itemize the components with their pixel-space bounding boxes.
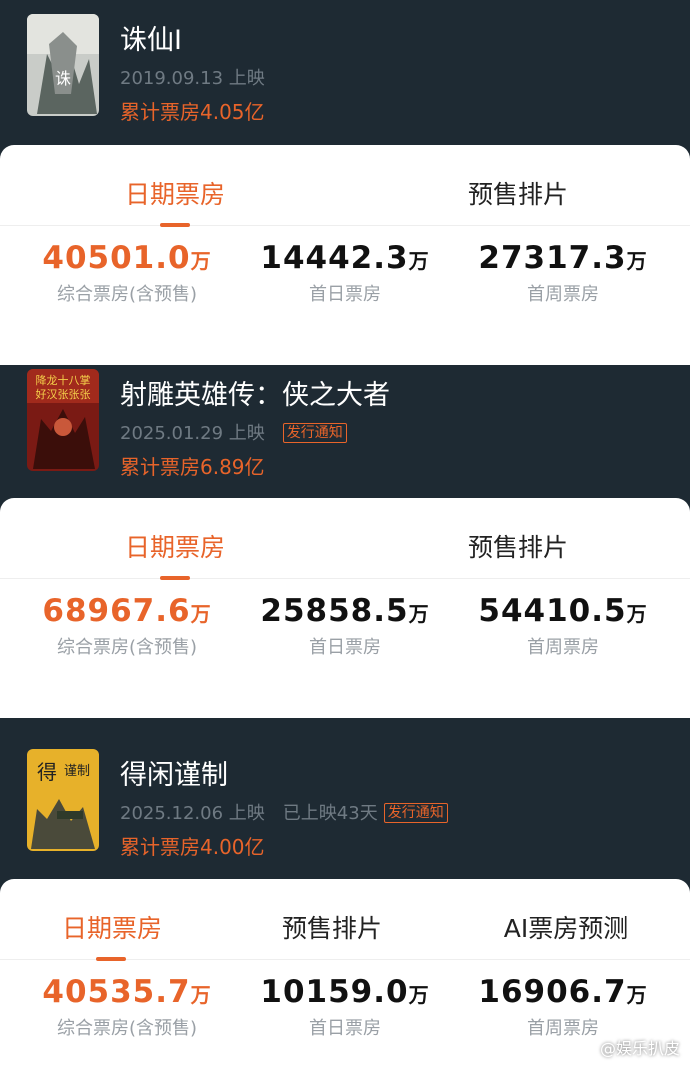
stat-unit: 万 [408, 602, 430, 626]
box-office-card: 日期票房 预售排片 AI票房预测 40535.7万 综合票房(含预售) 1015… [0, 879, 690, 1067]
stat-total: 40535.7万 综合票房(含预售) [27, 974, 227, 1040]
tab-bar: 日期票房 预售排片 [0, 145, 690, 227]
tab-daily-box-office[interactable]: 日期票房 [75, 498, 275, 578]
stat-value: 40535.7 [42, 974, 191, 1010]
movie-poster[interactable]: 降龙十八掌 好汉张张张 [27, 369, 99, 471]
stats-row: 40535.7万 综合票房(含预售) 10159.0万 首日票房 16906.7… [0, 974, 690, 1067]
tab-daily-box-office[interactable]: 日期票房 [75, 145, 275, 225]
stat-total: 68967.6万 综合票房(含预售) [27, 593, 227, 659]
stat-first-day: 25858.5万 首日票房 [245, 593, 445, 659]
stat-value: 16906.7 [478, 974, 627, 1010]
days-in-release: 已上映43天 [282, 803, 378, 824]
stats-row: 68967.6万 综合票房(含预售) 25858.5万 首日票房 54410.5… [0, 593, 690, 708]
svg-text:谨制: 谨制 [64, 764, 90, 779]
stat-first-day: 14442.3万 首日票房 [245, 240, 445, 306]
distribution-notice-tag[interactable]: 发行通知 [282, 423, 347, 443]
stat-first-day: 10159.0万 首日票房 [245, 974, 445, 1040]
active-tab-indicator [160, 223, 190, 227]
total-box-office: 累计票房4.00亿 [120, 835, 265, 859]
stat-value: 27317.3 [478, 240, 627, 276]
svg-text:诛: 诛 [55, 69, 71, 88]
total-box-office: 累计票房6.89亿 [120, 455, 265, 479]
svg-text:好汉张张张: 好汉张张张 [36, 387, 91, 401]
stat-unit: 万 [626, 602, 648, 626]
movie-poster[interactable]: 诛 [27, 14, 99, 116]
stat-first-week: 27317.3万 首周票房 [463, 240, 663, 306]
svg-text:降龙十八掌: 降龙十八掌 [36, 373, 91, 387]
stat-unit: 万 [190, 602, 212, 626]
stat-total: 40501.0万 综合票房(含预售) [27, 240, 227, 306]
movie-title[interactable]: 射雕英雄传：侠之大者 [120, 373, 390, 412]
stat-value: 40501.0 [42, 240, 191, 276]
stat-value: 10159.0 [260, 974, 409, 1010]
tab-presale-schedule[interactable]: 预售排片 [232, 879, 432, 959]
release-date: 2019.09.13 上映 [120, 68, 265, 89]
release-date: 2025.01.29 上映 [120, 423, 265, 444]
movie-title[interactable]: 诛仙Ⅰ [120, 18, 182, 57]
stat-value: 25858.5 [260, 593, 409, 629]
tab-daily-box-office[interactable]: 日期票房 [12, 879, 212, 959]
stat-unit: 万 [626, 249, 648, 273]
tab-presale-schedule[interactable]: 预售排片 [418, 145, 618, 225]
stat-unit: 万 [408, 983, 430, 1007]
movie-meta: 2019.09.13 上映 [120, 64, 283, 90]
watermark: @娱乐扒皮 [599, 1039, 680, 1058]
stat-label: 首周票房 [527, 637, 599, 658]
stat-first-week: 54410.5万 首周票房 [463, 593, 663, 659]
tab-ai-forecast[interactable]: AI票房预测 [466, 879, 666, 959]
total-box-office: 累计票房4.05亿 [120, 100, 265, 124]
stat-value: 14442.3 [260, 240, 409, 276]
tab-bar: 日期票房 预售排片 AI票房预测 [0, 879, 690, 961]
release-date: 2025.12.06 上映 [120, 803, 265, 824]
stat-label: 首周票房 [527, 284, 599, 305]
movie-block-1: 诛 诛仙Ⅰ 2019.09.13 上映 累计票房4.05亿 日期票房 预售排片 … [0, 0, 690, 365]
stat-first-week: 16906.7万 首周票房 [463, 974, 663, 1040]
movie-meta: 2025.01.29 上映 发行通知 [120, 419, 365, 445]
stat-label: 首日票房 [309, 1018, 381, 1039]
active-tab-indicator [96, 957, 126, 961]
stat-value: 68967.6 [42, 593, 191, 629]
stat-label: 综合票房(含预售) [56, 1018, 198, 1039]
stat-label: 综合票房(含预售) [56, 637, 198, 658]
stat-label: 首日票房 [309, 284, 381, 305]
svg-text:得: 得 [37, 760, 57, 784]
movie-meta: 2025.12.06 上映 已上映43天 发行通知 [120, 799, 466, 825]
stat-unit: 万 [408, 249, 430, 273]
stat-unit: 万 [190, 983, 212, 1007]
movie-poster[interactable]: 得 谨制 [27, 749, 99, 851]
stat-label: 综合票房(含预售) [56, 284, 198, 305]
active-tab-indicator [160, 576, 190, 580]
stat-label: 首日票房 [309, 637, 381, 658]
stat-unit: 万 [626, 983, 648, 1007]
distribution-notice-tag[interactable]: 发行通知 [383, 803, 448, 823]
tab-presale-schedule[interactable]: 预售排片 [418, 498, 618, 578]
movie-block-3: 得 谨制 得闲谨制 2025.12.06 上映 已上映43天 发行通知 累计票房4.… [0, 735, 690, 1067]
stat-unit: 万 [190, 249, 212, 273]
tab-bar: 日期票房 预售排片 [0, 498, 690, 580]
movie-block-2: 降龙十八掌 好汉张张张 射雕英雄传：侠之大者 2025.01.29 上映 发行通知… [0, 355, 690, 725]
box-office-card: 日期票房 预售排片 40501.0万 综合票房(含预售) 14442.3万 首日… [0, 145, 690, 365]
stat-value: 54410.5 [478, 593, 627, 629]
stats-row: 40501.0万 综合票房(含预售) 14442.3万 首日票房 27317.3… [0, 240, 690, 355]
movie-title[interactable]: 得闲谨制 [120, 753, 228, 792]
box-office-card: 日期票房 预售排片 68967.6万 综合票房(含预售) 25858.5万 首日… [0, 498, 690, 718]
